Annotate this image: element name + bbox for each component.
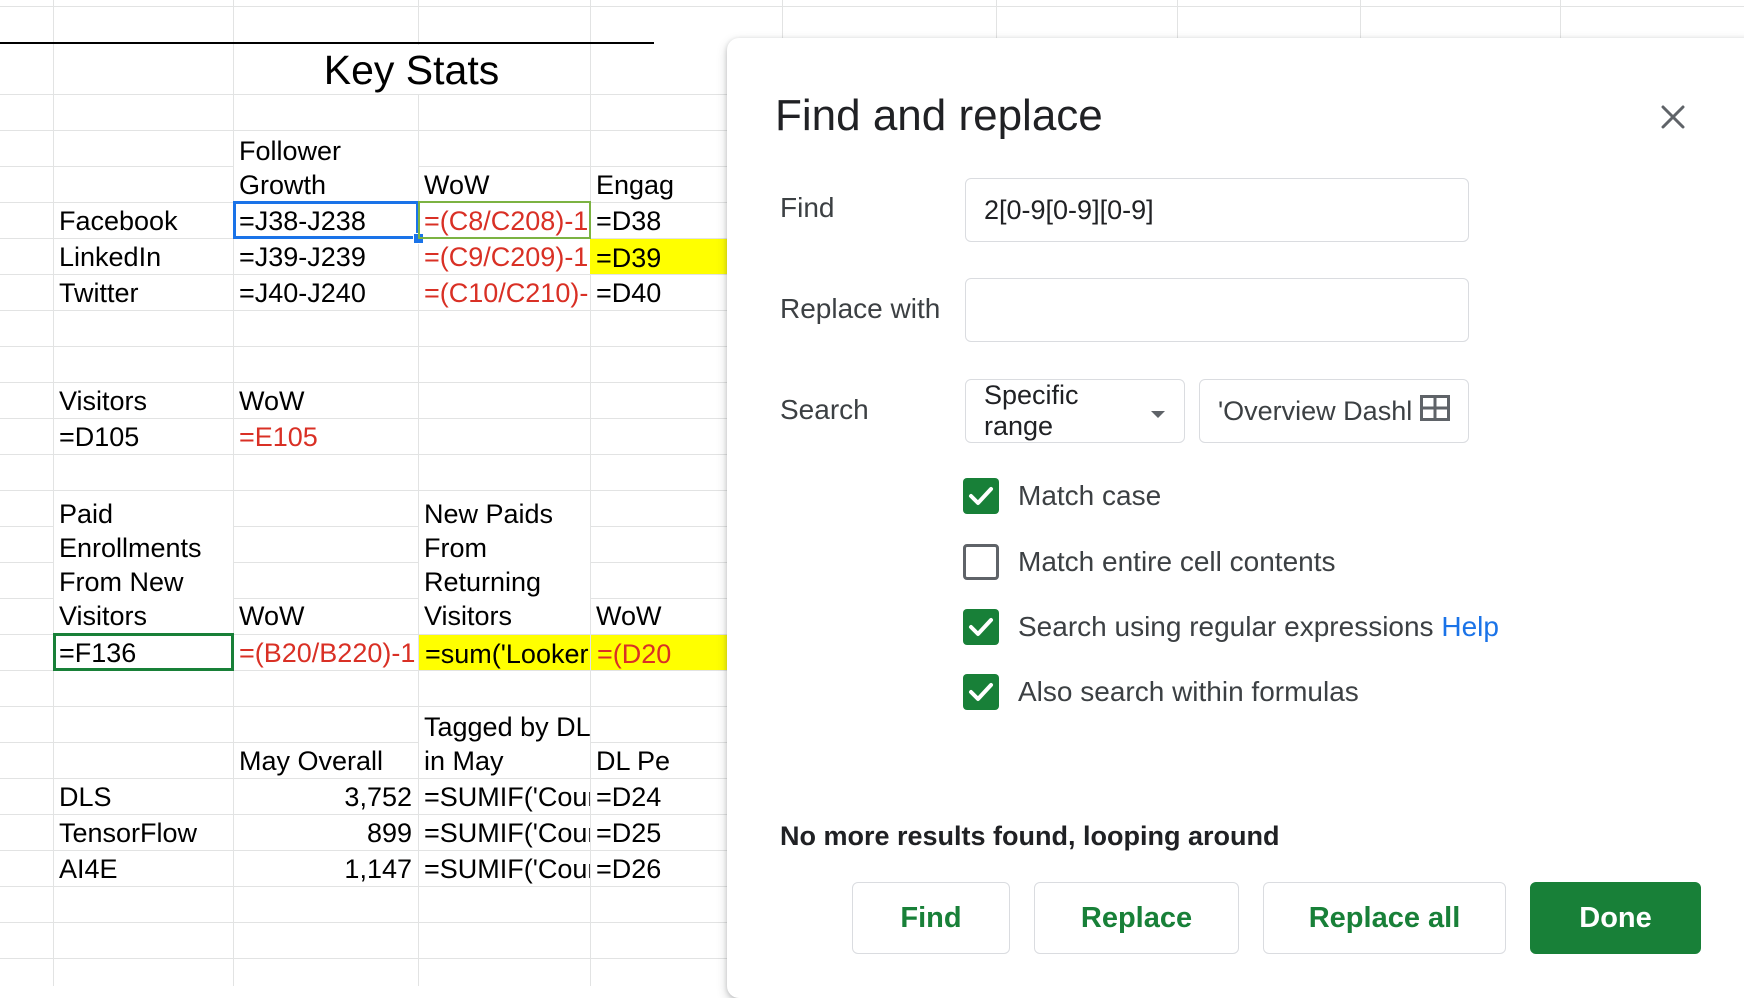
sheet-title[interactable]: Key Stats <box>233 45 590 95</box>
replace-all-button[interactable]: Replace all <box>1263 882 1506 954</box>
help-link[interactable]: Help <box>1441 611 1499 642</box>
label-visitors[interactable]: Visitors <box>53 382 233 420</box>
search-formulas-checkbox[interactable] <box>963 674 999 710</box>
cell-twitter-wow[interactable]: =(C10/C210)-1 <box>418 274 590 312</box>
label-paid-wow[interactable]: WoW <box>233 597 418 635</box>
cell-dls-overall[interactable]: 3,752 <box>233 778 418 816</box>
cell-facebook-wow[interactable]: =(C8/C208)-1 <box>418 202 590 240</box>
cell-dls-dl[interactable]: =D24 <box>590 778 727 816</box>
cell-dls-tagged[interactable]: =SUMIF('Cours <box>418 778 590 816</box>
regex-label[interactable]: Search using regular expressions Help <box>1018 607 1499 647</box>
label-returning-wow[interactable]: WoW <box>590 597 727 635</box>
find-input[interactable] <box>965 178 1469 242</box>
header-wow[interactable]: WoW <box>418 166 590 204</box>
grid-row-line <box>0 6 1744 7</box>
check-icon <box>969 618 993 636</box>
label-may-overall[interactable]: May Overall <box>233 742 418 780</box>
match-case-checkbox[interactable] <box>963 478 999 514</box>
cell-tensorflow-overall[interactable]: 899 <box>233 814 418 852</box>
replace-input[interactable] <box>965 278 1469 342</box>
cell-tensorflow-dl[interactable]: =D25 <box>590 814 727 852</box>
cell-ai4e-tagged[interactable]: =SUMIF('Cours <box>418 850 590 888</box>
cell-facebook-engagement[interactable]: =D38 <box>590 202 727 240</box>
row-label-facebook[interactable]: Facebook <box>53 202 233 240</box>
cell-returning-wow[interactable]: =(D20 <box>591 635 727 670</box>
replace-button[interactable]: Replace <box>1034 882 1239 954</box>
cell-linkedin-engagement[interactable]: =D39 <box>590 239 727 274</box>
cell-twitter-growth[interactable]: =J40-J240 <box>233 274 418 312</box>
row-label-twitter[interactable]: Twitter <box>53 274 233 312</box>
regex-label-text: Search using regular expressions <box>1018 611 1434 642</box>
label-paid-enrollments[interactable]: Paid <box>53 495 233 533</box>
dropdown-arrow-icon <box>1150 396 1166 427</box>
cell-new-paids-returning[interactable]: =sum('Looker I <box>419 635 590 670</box>
label-new-paids-returning[interactable]: From <box>418 529 590 567</box>
cell-visitors[interactable]: =D105 <box>53 418 233 456</box>
cell-linkedin-wow[interactable]: =(C9/C209)-1 <box>418 238 590 276</box>
header-follower-growth[interactable]: Growth <box>233 166 418 204</box>
cell-ai4e-overall[interactable]: 1,147 <box>233 850 418 888</box>
match-entire-cell-checkbox[interactable] <box>963 544 999 580</box>
search-formulas-label[interactable]: Also search within formulas <box>1018 672 1359 712</box>
label-paid-enrollments[interactable]: Visitors <box>53 597 233 635</box>
row-label-linkedin[interactable]: LinkedIn <box>53 238 233 276</box>
row-label-ai4e[interactable]: AI4E <box>53 850 233 888</box>
find-label: Find <box>780 192 835 223</box>
check-icon <box>969 487 993 505</box>
cell-facebook-growth[interactable]: =J38-J238 <box>233 202 418 240</box>
cell-paid-enrollments[interactable]: =F136 <box>53 634 233 672</box>
regex-checkbox[interactable] <box>963 609 999 645</box>
label-paid-enrollments[interactable]: From New <box>53 563 233 601</box>
search-label: Search <box>780 394 869 425</box>
status-message: No more results found, looping around <box>780 821 1280 851</box>
replace-with-label: Replace with <box>780 293 941 324</box>
header-engagement[interactable]: Engag <box>590 166 727 204</box>
match-case-label[interactable]: Match case <box>1018 476 1161 516</box>
search-scope-select[interactable]: Specific range <box>965 379 1185 443</box>
range-input[interactable]: 'Overview Dashl <box>1199 379 1469 443</box>
find-button[interactable]: Find <box>852 882 1010 954</box>
label-new-paids-returning[interactable]: New Paids <box>418 495 590 533</box>
close-icon[interactable] <box>1652 96 1694 138</box>
cell-linkedin-growth[interactable]: =J39-J239 <box>233 238 418 276</box>
dialog-title: Find and replace <box>775 91 1103 140</box>
label-dl-percent[interactable]: DL Pe <box>590 742 727 780</box>
cell-tensorflow-tagged[interactable]: =SUMIF('Cours <box>418 814 590 852</box>
grid-select-icon[interactable] <box>1420 394 1450 428</box>
cell-ai4e-dl[interactable]: =D26 <box>590 850 727 888</box>
done-button[interactable]: Done <box>1530 882 1701 954</box>
row-label-tensorflow[interactable]: TensorFlow <box>53 814 233 852</box>
cell-visitors-wow[interactable]: =E105 <box>233 418 418 456</box>
label-visitors-wow[interactable]: WoW <box>233 382 418 420</box>
label-paid-enrollments[interactable]: Enrollments <box>53 529 233 567</box>
check-icon <box>969 683 993 701</box>
cell-twitter-engagement[interactable]: =D40 <box>590 274 727 312</box>
border-thick-line <box>0 42 654 44</box>
header-follower-growth[interactable]: Follower <box>233 132 418 170</box>
search-scope-value: Specific range <box>984 380 1079 441</box>
label-new-paids-returning[interactable]: Visitors <box>418 597 590 635</box>
match-entire-cell-label[interactable]: Match entire cell contents <box>1018 542 1336 582</box>
row-label-dls[interactable]: DLS <box>53 778 233 816</box>
label-tagged-by-dl[interactable]: in May <box>418 742 590 780</box>
range-value: 'Overview Dashl <box>1218 395 1413 426</box>
cell-paid-wow[interactable]: =(B20/B220)-1 <box>233 634 418 672</box>
label-new-paids-returning[interactable]: Returning <box>418 563 590 601</box>
label-tagged-by-dl[interactable]: Tagged by DL <box>418 708 590 746</box>
find-replace-dialog: Find and replace Find Replace with Searc… <box>727 38 1744 998</box>
